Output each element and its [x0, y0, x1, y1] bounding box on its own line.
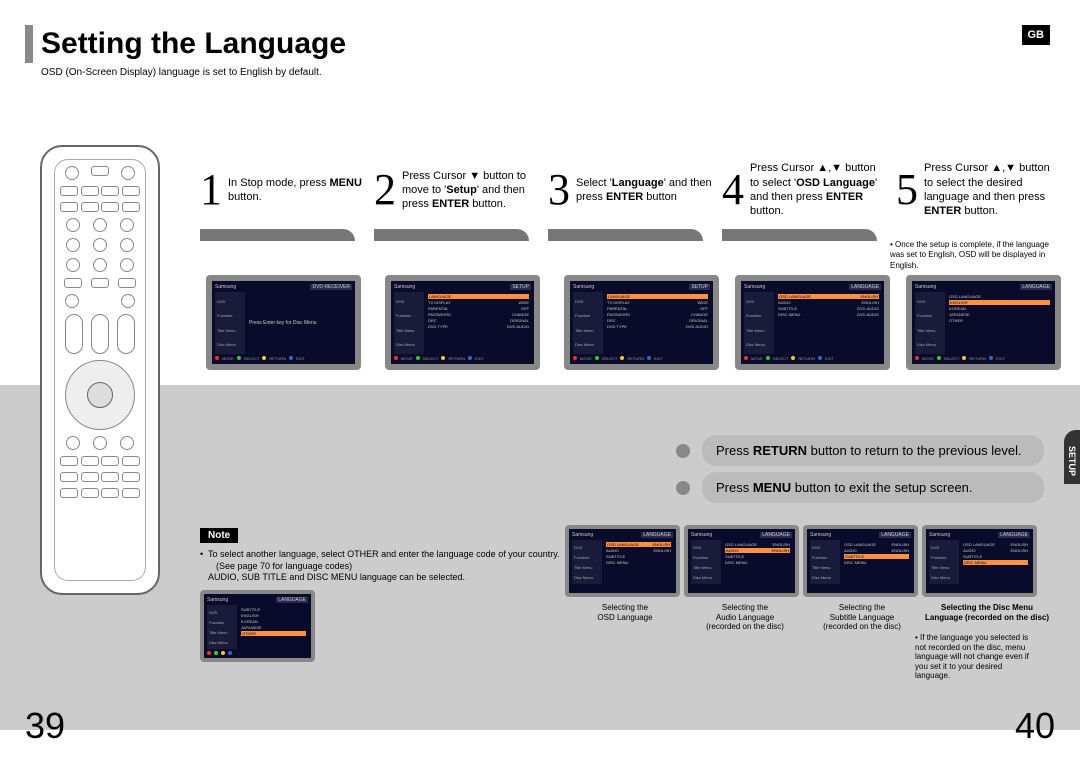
remote-control-illustration — [40, 145, 160, 595]
page-number-left: 39 — [25, 705, 65, 747]
tv-osd-lang: SamsungLANGUAGE DVDFunctionTitle MenuDis… — [565, 525, 680, 597]
menu-callout: Press MENU button to exit the setup scre… — [702, 472, 1044, 503]
step-3: 3 Select 'Language' and then press ENTER… — [548, 155, 712, 241]
region-badge: GB — [1022, 25, 1051, 45]
tv-screenshot-3: SamsungSETUP DVDFunctionTitle MenuDisc M… — [564, 275, 719, 370]
caption-osd: Selecting the OSD Language — [580, 603, 670, 622]
step-number: 4 — [722, 168, 744, 212]
caption-discmenu: Selecting the Disc Menu Language (record… — [922, 603, 1052, 622]
step-1: 1 In Stop mode, press MENU button. — [200, 155, 364, 241]
step-number: 2 — [374, 168, 396, 212]
tv-audio-lang: SamsungLANGUAGE DVDFunctionTitle MenuDis… — [684, 525, 799, 597]
tv-screenshot-1: SamsungDVD RECEIVER DVDFunctionTitle Men… — [206, 275, 361, 370]
step-text: In Stop mode, press MENU button. — [228, 176, 364, 205]
note-line: To select another language, select OTHER… — [200, 549, 560, 584]
tv-screenshot-2: SamsungSETUP DVDFunctionTitle MenuDisc M… — [385, 275, 540, 370]
step-number: 5 — [896, 168, 918, 212]
step5-footnote: • Once the setup is complete, if the lan… — [890, 240, 1060, 271]
page-title: Setting the Language — [41, 27, 346, 61]
tv-subtitle-lang: SamsungLANGUAGE DVDFunctionTitle MenuDis… — [803, 525, 918, 597]
caption-footnote: If the language you selected is not reco… — [915, 633, 1035, 681]
side-tab-setup: SETUP — [1064, 430, 1080, 484]
note-badge: Note — [200, 528, 238, 543]
step-number: 1 — [200, 168, 222, 212]
step-text: Select 'Language' and then press ENTER b… — [576, 176, 712, 205]
tv-row-bottom: SamsungLANGUAGE DVDFunctionTitle MenuDis… — [565, 525, 1037, 597]
tv-note-screenshot: SamsungLANGUAGE DVDFunctionTitle MenuDis… — [200, 590, 315, 662]
step-5: 5 Press Cursor ▲,▼ button to select the … — [896, 155, 1060, 241]
tv-screenshot-4: SamsungLANGUAGE DVDFunctionTitle MenuDis… — [735, 275, 890, 370]
step-4: 4 Press Cursor ▲,▼ button to select 'OSD… — [722, 155, 886, 241]
tv-row-top: SamsungDVD RECEIVER DVDFunctionTitle Men… — [206, 275, 1061, 370]
page-subtitle: OSD (On-Screen Display) language is set … — [41, 67, 1050, 78]
step-text: Press Cursor ▲,▼ button to select the de… — [924, 161, 1060, 218]
steps-row: 1 In Stop mode, press MENU button. 2 Pre… — [200, 155, 1060, 241]
title-accent — [25, 25, 33, 63]
page-header: Setting the Language OSD (On-Screen Disp… — [25, 25, 1050, 78]
step-2: 2 Press Cursor ▼ button to move to 'Setu… — [374, 155, 538, 241]
caption-subtitle: Selecting the Subtitle Language (recorde… — [812, 603, 912, 632]
return-callout: Press RETURN button to return to the pre… — [702, 435, 1044, 466]
page-number-right: 40 — [1015, 705, 1055, 747]
step-number: 3 — [548, 168, 570, 212]
step-text: Press Cursor ▲,▼ button to select 'OSD L… — [750, 161, 886, 218]
caption-audio: Selecting the Audio Language (recorded o… — [695, 603, 795, 632]
tv-discmenu-lang: SamsungLANGUAGE DVDFunctionTitle MenuDis… — [922, 525, 1037, 597]
tv-screenshot-5: SamsungLANGUAGE DVDFunctionTitle MenuDis… — [906, 275, 1061, 370]
note-section: Note To select another language, select … — [200, 525, 560, 586]
step-text: Press Cursor ▼ button to move to 'Setup'… — [402, 169, 538, 212]
